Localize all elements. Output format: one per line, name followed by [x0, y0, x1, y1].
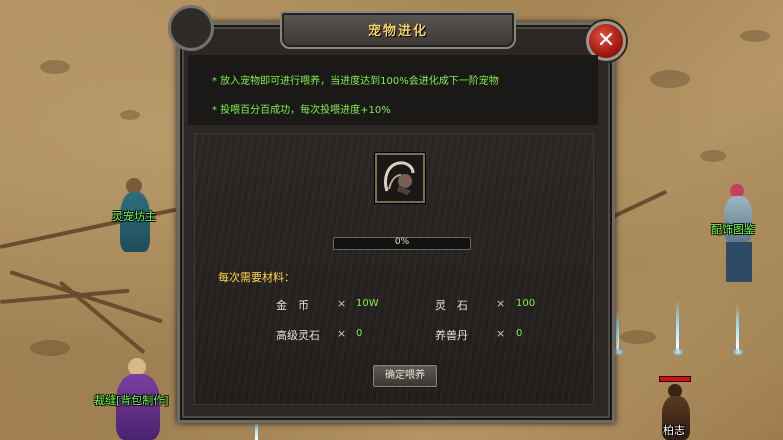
- info-line-1: * 放入宠物即可进行喂养，当进度达到100%会进化成下一阶宠物: [212, 76, 499, 87]
- requirements-title: 每次需要材料：: [218, 271, 295, 284]
- material-advanced-stone-name: 高级灵石: [276, 329, 320, 342]
- material-advanced-stone-qty: 0: [356, 328, 363, 339]
- material-spirit-stone-qty: 100: [516, 298, 536, 309]
- pet-evolution-dialog: 宠物进化 ✕ * 放入宠物即可进行喂养，当进度达到100%会进化成下一阶宠物 *…: [168, 5, 626, 423]
- material-spirit-stone-name: 灵 石: [435, 299, 468, 312]
- evolution-progress-bar: 0%: [333, 237, 471, 250]
- horn-beast-icon: [377, 155, 423, 201]
- player-name: 柏志: [663, 424, 685, 437]
- info-area: * 放入宠物即可进行喂养，当进度达到100%会进化成下一阶宠物 * 投喂百分百成…: [188, 55, 598, 125]
- material-gold-name: 金 币: [276, 299, 309, 312]
- material-beast-pill-name: 养兽丹: [435, 329, 468, 342]
- pet-slot[interactable]: [375, 153, 425, 203]
- title-plate: 宠物进化: [280, 11, 516, 49]
- material-spirit-stone-x: ×: [496, 297, 506, 310]
- info-line-2: * 投喂百分百成功，每次投喂进度+10%: [212, 105, 391, 116]
- material-gold-x: ×: [337, 297, 347, 310]
- material-advanced-stone-x: ×: [337, 327, 347, 340]
- material-beast-pill-qty: 0: [516, 328, 523, 339]
- npc-label-accessory[interactable]: 配饰图鉴: [711, 221, 755, 237]
- material-gold-qty: 10W: [356, 298, 379, 309]
- confirm-feed-button[interactable]: 确定喂养: [373, 365, 437, 387]
- dialog-title: 宠物进化: [367, 24, 428, 39]
- npc-label-tailor[interactable]: 裁缝[背包制作]: [94, 392, 169, 408]
- frame-ornament: [168, 5, 214, 51]
- material-beast-pill-x: ×: [496, 327, 506, 340]
- npc-label-pet-master[interactable]: 灵宠坊主: [112, 208, 156, 224]
- progress-text: 0%: [394, 237, 410, 247]
